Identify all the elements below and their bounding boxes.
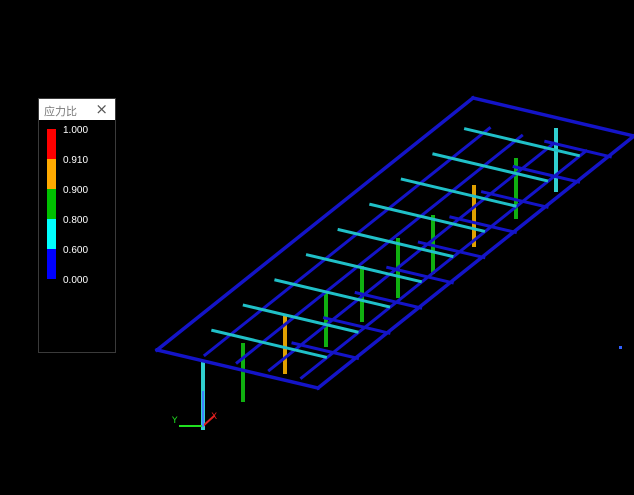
- viewport-marker: [619, 346, 622, 349]
- transverse-beam-22[interactable]: [463, 127, 581, 158]
- legend-label-6: 0.000: [63, 275, 89, 286]
- edge-beam-32[interactable]: [154, 95, 476, 353]
- transverse-beam-15[interactable]: [242, 303, 359, 334]
- close-icon[interactable]: ×: [95, 100, 108, 118]
- model-viewport[interactable]: Y X 应力比 × 1.000 0.910 0.900 0.800 0.600 0…: [0, 0, 634, 495]
- inner-longitudinal-beam-10[interactable]: [202, 126, 492, 358]
- edge-beam-34[interactable]: [154, 347, 321, 391]
- legend-swatch-4: [47, 219, 56, 249]
- transverse-beam-21[interactable]: [432, 152, 549, 183]
- legend-label-4: 0.800: [63, 215, 89, 226]
- edge-beam-35[interactable]: [470, 95, 634, 138]
- legend-label-3: 0.900: [63, 185, 89, 196]
- transverse-beam-20[interactable]: [400, 177, 517, 208]
- legend-title: 应力比: [44, 105, 77, 118]
- transverse-beam-19[interactable]: [368, 202, 486, 233]
- legend-label-2: 0.910: [63, 155, 89, 166]
- axis-x-label: X: [211, 412, 217, 422]
- legend-swatch-1: [47, 129, 56, 159]
- inner-longitudinal-beam-11[interactable]: [235, 133, 524, 365]
- legend-swatch-5: [47, 249, 56, 279]
- legend-label-5: 0.600: [63, 245, 89, 256]
- legend-swatch-3: [47, 189, 56, 219]
- legend-header: 应力比 ×: [39, 99, 115, 120]
- transverse-beam-16[interactable]: [274, 278, 391, 309]
- legend-swatch-2: [47, 159, 56, 189]
- stress-ratio-legend: 应力比 × 1.000 0.910 0.900 0.800 0.600 0.00…: [38, 98, 116, 353]
- transverse-beam-14[interactable]: [210, 328, 328, 359]
- axis-y-label: Y: [171, 416, 178, 426]
- legend-label-1: 1.000: [63, 125, 89, 136]
